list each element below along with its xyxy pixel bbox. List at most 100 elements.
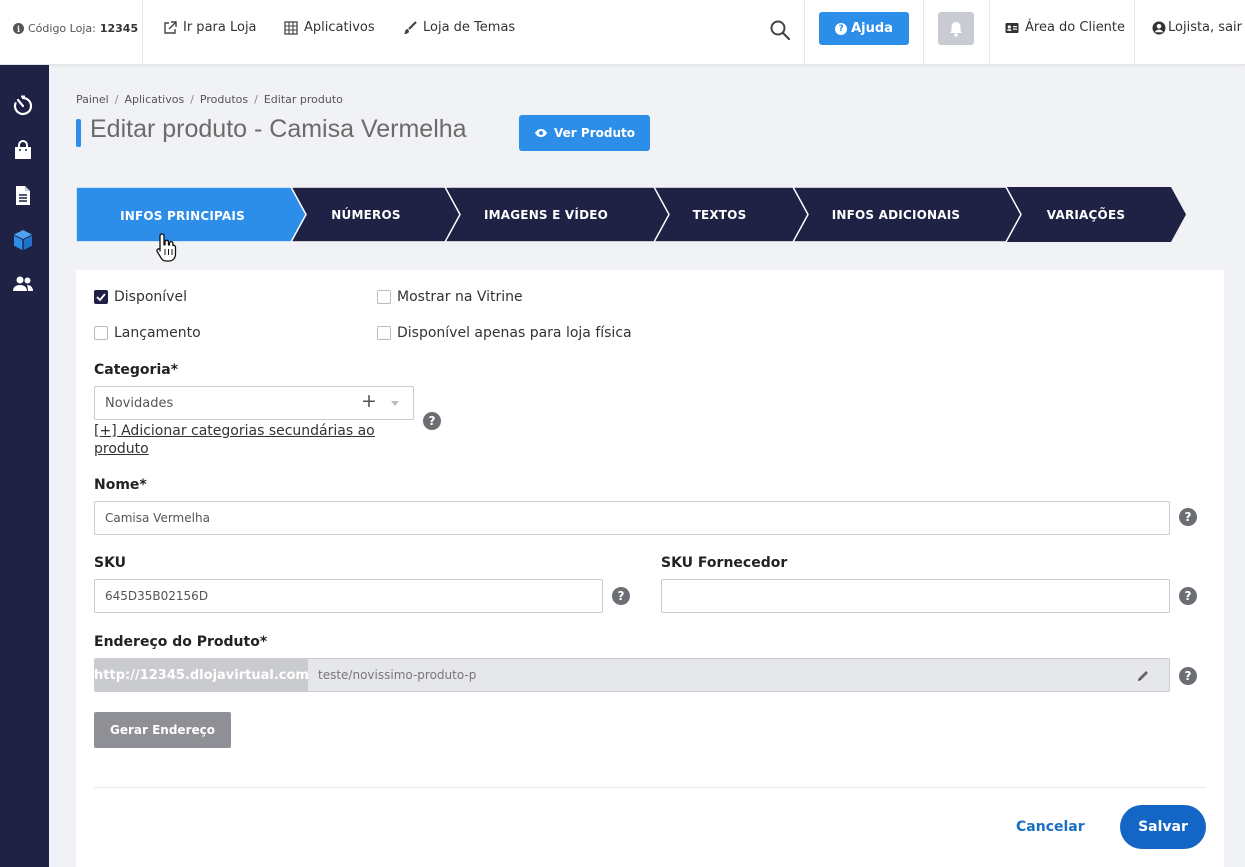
address-input-group: http://12345.dlojavirtual.com teste/novi… <box>94 658 1170 692</box>
category-value: Novidades <box>105 395 174 411</box>
step-textos[interactable]: TEXTOS <box>656 187 783 242</box>
sidebar-item-customers[interactable] <box>11 272 35 296</box>
view-product-button[interactable]: Ver Produto <box>519 115 650 151</box>
form-card: Disponível Mostrar na Vitrine Lançamento… <box>76 270 1224 867</box>
breadcrumb-separator: / <box>114 93 119 106</box>
breadcrumb-current: Editar produto <box>263 93 343 106</box>
checkbox-box[interactable] <box>94 326 108 340</box>
help-icon[interactable]: ? <box>612 587 630 605</box>
dashboard-icon <box>13 95 33 116</box>
breadcrumb-separator: / <box>190 93 194 106</box>
name-label: Nome* <box>94 477 147 493</box>
generate-address-button[interactable]: Gerar Endereço <box>94 712 231 748</box>
bag-icon <box>15 140 31 159</box>
top-bar: i Código Loja: 12345 Ir para Loja Aplica… <box>0 0 1245 65</box>
pencil-icon[interactable] <box>1136 669 1150 683</box>
user-label: Lojista, sair <box>1168 20 1242 35</box>
breadcrumb: Painel / Aplicativos / Produtos / Editar… <box>76 93 343 106</box>
step-infos-principais[interactable]: INFOS PRINCIPAIS <box>76 188 289 243</box>
sidebar-item-reports[interactable] <box>11 183 35 207</box>
checkbox-lancamento[interactable]: Lançamento <box>94 325 201 341</box>
box-icon <box>14 230 32 250</box>
category-label: Categoria* <box>94 362 179 378</box>
checkbox-label: Disponível apenas para loja física <box>397 325 632 341</box>
sidebar-item-products[interactable] <box>11 228 35 252</box>
grid-icon <box>284 20 298 35</box>
checkbox-box[interactable] <box>94 290 108 304</box>
breadcrumb-item[interactable]: Painel <box>76 93 109 106</box>
sku-supplier-input[interactable] <box>661 579 1170 613</box>
breadcrumb-item[interactable]: Produtos <box>200 93 248 106</box>
step-navigation: INFOS PRINCIPAIS NÚMEROS IMAGENS E VÍDEO… <box>76 187 1188 242</box>
help-icon[interactable]: ? <box>1179 587 1197 605</box>
checkbox-disponivel[interactable]: Disponível <box>94 289 187 305</box>
apps-link[interactable]: Aplicativos <box>284 20 375 35</box>
category-select[interactable]: Novidades + <box>94 386 414 420</box>
checkbox-label: Disponível <box>114 289 187 305</box>
divider <box>989 0 990 65</box>
checkbox-mostrar-vitrine[interactable]: Mostrar na Vitrine <box>377 289 523 305</box>
divider <box>804 0 805 65</box>
step-numeros[interactable]: NÚMEROS <box>296 187 436 242</box>
user-circle-icon <box>1152 21 1166 34</box>
step-variacoes[interactable]: VARIAÇÕES <box>1011 187 1161 242</box>
info-icon: i <box>13 23 24 34</box>
notifications-button[interactable] <box>938 12 974 45</box>
client-area-link[interactable]: Área do Cliente <box>1005 20 1125 35</box>
go-to-store-label: Ir para Loja <box>183 20 257 35</box>
users-icon <box>13 276 33 291</box>
hand-cursor-icon <box>156 233 177 262</box>
go-to-store-link[interactable]: Ir para Loja <box>163 20 257 35</box>
brush-icon <box>404 20 417 34</box>
chevron-down-icon[interactable] <box>391 401 399 406</box>
store-code-value: 12345 <box>99 22 139 35</box>
search-button[interactable] <box>769 19 791 41</box>
store-code: i Código Loja: 12345 <box>13 22 138 35</box>
search-icon <box>770 20 791 41</box>
divider <box>1134 0 1135 65</box>
checkbox-box[interactable] <box>377 326 391 340</box>
sku-input[interactable]: 645D35B02156D <box>94 579 603 613</box>
help-button[interactable]: ? Ajuda <box>819 12 909 45</box>
theme-store-label: Loja de Temas <box>423 20 516 35</box>
divider <box>142 0 143 65</box>
name-input[interactable]: Camisa Vermelha <box>94 501 1170 535</box>
checkbox-label: Lançamento <box>114 325 201 341</box>
save-button[interactable]: Salvar <box>1120 805 1206 849</box>
help-icon[interactable]: ? <box>423 412 441 430</box>
view-product-label: Ver Produto <box>554 126 635 140</box>
footer-divider <box>94 787 1206 788</box>
add-icon[interactable]: + <box>361 390 377 412</box>
id-card-icon <box>1005 22 1019 33</box>
document-icon <box>16 186 30 205</box>
checkbox-loja-fisica[interactable]: Disponível apenas para loja física <box>377 325 632 341</box>
sku-value: 645D35B02156D <box>105 589 209 603</box>
help-icon[interactable]: ? <box>1179 508 1197 526</box>
client-area-label: Área do Cliente <box>1025 20 1126 35</box>
logout-link[interactable]: Lojista, sair <box>1152 20 1242 35</box>
external-link-icon <box>164 20 177 34</box>
checkbox-box[interactable] <box>377 290 391 304</box>
breadcrumb-item[interactable]: Aplicativos <box>124 93 184 106</box>
help-icon[interactable]: ? <box>1179 667 1197 685</box>
help-label: Ajuda <box>851 21 893 36</box>
page-title: Editar produto - Camisa Vermelha <box>90 115 467 143</box>
sku-supplier-label: SKU Fornecedor <box>661 555 788 571</box>
sku-label: SKU <box>94 555 127 571</box>
address-prefix: http://12345.dlojavirtual.com <box>94 659 309 691</box>
add-secondary-categories-link[interactable]: [+] Adicionar categorias secundárias ao … <box>94 422 394 458</box>
question-icon: ? <box>835 22 848 35</box>
sidebar-item-dashboard[interactable] <box>11 94 35 118</box>
address-label: Endereço do Produto* <box>94 634 268 650</box>
name-value: Camisa Vermelha <box>105 511 210 525</box>
theme-store-link[interactable]: Loja de Temas <box>403 20 515 35</box>
title-accent <box>76 119 81 147</box>
sidebar-item-orders[interactable] <box>11 138 35 162</box>
sidebar <box>0 65 49 867</box>
step-infos-adicionais[interactable]: INFOS ADICIONAIS <box>796 187 996 242</box>
divider <box>923 0 924 65</box>
step-imagens-video[interactable]: IMAGENS E VÍDEO <box>451 187 641 242</box>
store-code-label: Código Loja: <box>28 22 96 35</box>
address-path-input[interactable]: teste/novissimo-produto-p <box>308 659 1169 691</box>
cancel-button[interactable]: Cancelar <box>1016 819 1085 835</box>
